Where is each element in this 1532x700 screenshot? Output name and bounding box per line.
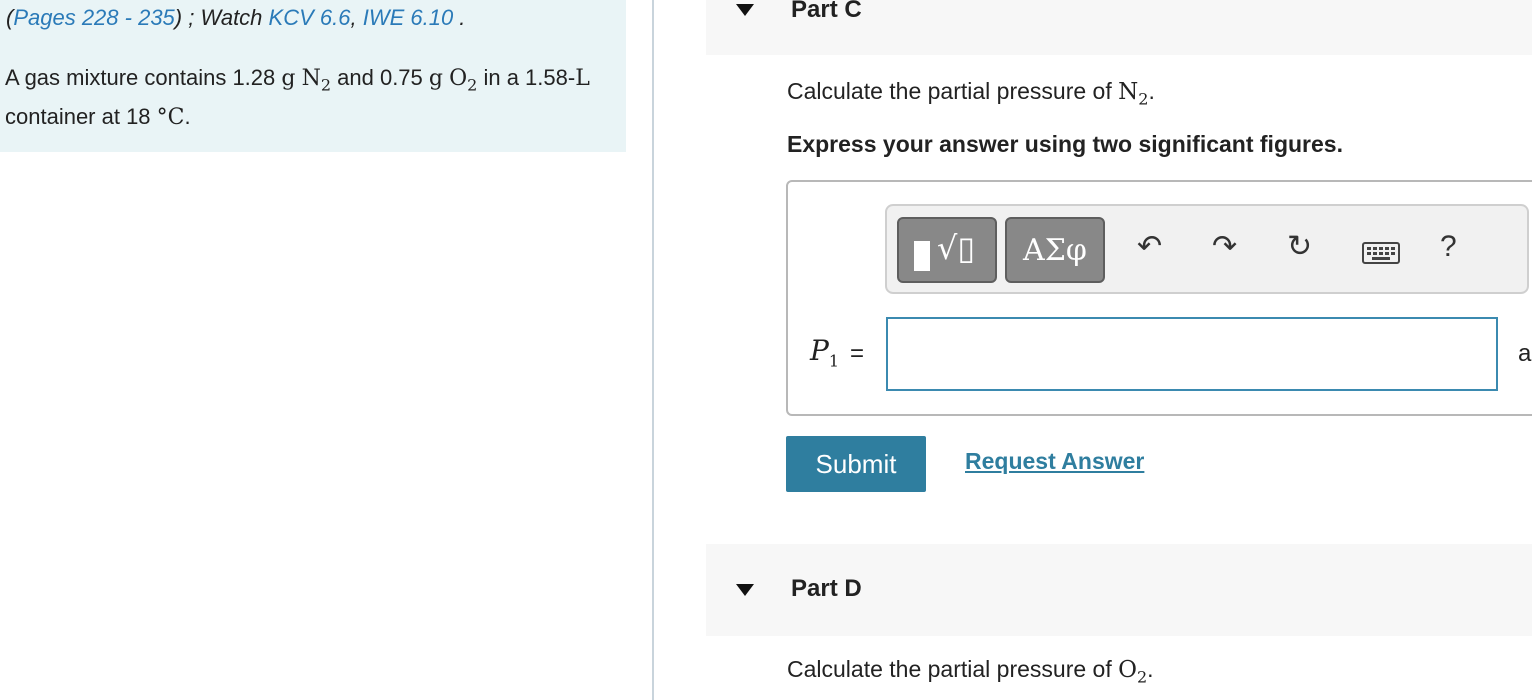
equals-sign: = (850, 340, 865, 367)
watch-text: ) ; Watch (174, 5, 269, 30)
answer-variable: P1 (810, 334, 839, 371)
part-d-header[interactable]: Part D (706, 544, 1532, 636)
problem-text-1: A gas mixture contains 1.28 (5, 65, 282, 90)
reset-icon[interactable]: ↻ (1287, 230, 1312, 264)
link-separator: , (350, 5, 363, 30)
problem-text-3: in a 1.58- (477, 65, 576, 90)
formula-n2: N (301, 66, 321, 91)
reference-line: (Pages 228 - 235) ; Watch KCV 6.6, IWE 6… (6, 5, 465, 31)
redo-icon[interactable]: ↷ (1212, 230, 1237, 264)
part-d-species: O (1118, 657, 1137, 683)
expand-triangle-icon[interactable] (736, 584, 754, 596)
part-d-question-text: Calculate the partial pressure of (787, 656, 1119, 682)
problem-text-2: and 0.75 (331, 65, 429, 90)
panel-divider (652, 0, 654, 700)
help-icon[interactable]: ? (1440, 230, 1457, 264)
undo-icon[interactable]: ↶ (1137, 230, 1162, 264)
problem-text-4: container at 18 (5, 104, 157, 130)
answer-input[interactable] (886, 317, 1498, 391)
answer-variable-letter: P (810, 334, 829, 367)
problem-text-5: . (184, 104, 191, 130)
answer-instruction: Express your answer using two significan… (787, 131, 1343, 157)
formula-o2-sub: 2 (467, 75, 478, 95)
submit-button[interactable]: Submit (786, 436, 926, 492)
unit-grams-1: g (281, 66, 296, 91)
part-c-species-sub: 2 (1138, 89, 1149, 109)
radical-template-icon: √▯ (937, 229, 975, 267)
part-d-question-end: . (1147, 656, 1154, 682)
problem-intro-panel: (Pages 228 - 235) ; Watch KCV 6.6, IWE 6… (0, 0, 626, 152)
greek-symbols-button[interactable]: ΑΣφ (1005, 217, 1105, 283)
formula-n2-sub: 2 (320, 75, 332, 95)
units-label: a (1518, 340, 1532, 367)
reference-period: . (453, 5, 466, 30)
part-c-header[interactable]: Part C (706, 0, 1532, 55)
unit-grams-2: g (428, 66, 443, 91)
pages-link[interactable]: Pages 228 - 235 (13, 5, 174, 30)
part-c-title: Part C (791, 0, 862, 23)
part-c-question-text: Calculate the partial pressure of (787, 78, 1119, 104)
part-c-question-end: . (1148, 78, 1155, 104)
part-d-question: Calculate the partial pressure of O2. (787, 656, 1154, 687)
kcv-link[interactable]: KCV 6.6 (269, 5, 351, 30)
math-toolbar: √▯ ΑΣφ ↶ ↷ ↻ ? (885, 204, 1529, 294)
part-d-species-sub: 2 (1136, 667, 1148, 687)
formula-o2: O (449, 66, 468, 91)
unit-liters: L (575, 66, 590, 91)
part-d-title: Part D (791, 575, 862, 602)
keyboard-icon[interactable] (1362, 242, 1400, 264)
part-c-question: Calculate the partial pressure of N2. (787, 78, 1155, 109)
template-block-icon (914, 241, 930, 271)
answer-variable-sub: 1 (828, 351, 840, 371)
collapse-triangle-icon[interactable] (736, 4, 754, 16)
request-answer-link[interactable]: Request Answer (965, 448, 1144, 475)
greek-symbols-label: ΑΣφ (1023, 233, 1087, 268)
iwe-link[interactable]: IWE 6.10 (363, 5, 453, 30)
part-c-species: N (1118, 79, 1139, 105)
problem-statement: A gas mixture contains 1.28 g N2 and 0.7… (5, 62, 615, 134)
templates-button[interactable]: √▯ (897, 217, 997, 283)
unit-celsius: °C (156, 105, 185, 131)
